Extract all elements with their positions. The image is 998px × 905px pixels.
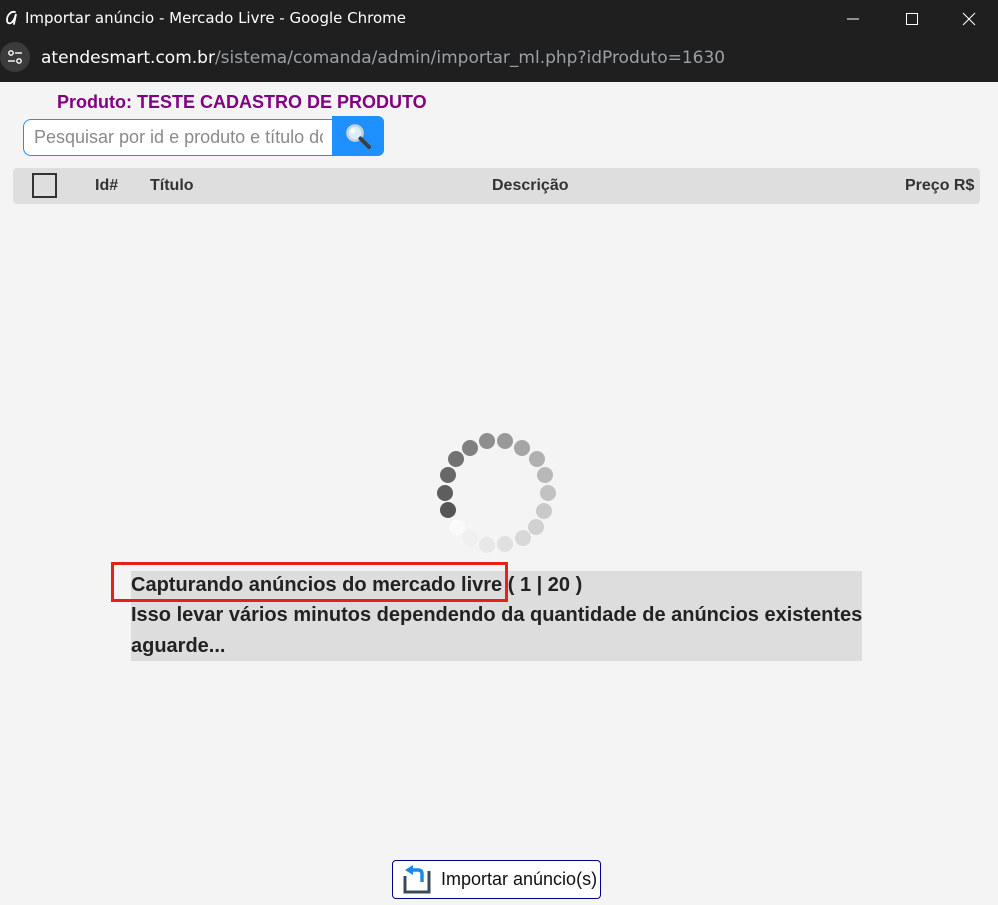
import-arrow-icon bbox=[403, 864, 431, 893]
url-host: atendesmart.com.br bbox=[41, 48, 215, 68]
maximize-icon bbox=[906, 12, 918, 25]
address-bar: atendesmart.com.br/sistema/comanda/admin… bbox=[0, 37, 998, 82]
site-settings-icon bbox=[8, 50, 22, 64]
status-line-3: aguarde... bbox=[131, 635, 226, 657]
column-header-descricao[interactable]: Descrição bbox=[492, 177, 569, 195]
loading-spinner-icon bbox=[437, 433, 556, 553]
minimize-button[interactable] bbox=[824, 0, 882, 37]
close-button[interactable] bbox=[940, 0, 998, 37]
search-input[interactable] bbox=[23, 119, 333, 156]
column-header-titulo[interactable]: Título bbox=[150, 177, 194, 195]
import-button[interactable]: Importar anúncio(s) bbox=[392, 860, 601, 899]
search-button[interactable] bbox=[332, 116, 384, 156]
site-info-button[interactable] bbox=[0, 42, 30, 72]
url-text[interactable]: atendesmart.com.br/sistema/comanda/admin… bbox=[41, 48, 725, 68]
minimize-icon bbox=[847, 18, 859, 19]
annotation-highlight-box bbox=[111, 562, 508, 602]
chrome-app-icon bbox=[6, 10, 17, 25]
column-header-id[interactable]: Id# bbox=[95, 177, 118, 195]
window-title: Importar anúncio - Mercado Livre - Googl… bbox=[25, 9, 406, 27]
maximize-button[interactable] bbox=[883, 0, 941, 37]
product-title: Produto: TESTE CADASTRO DE PRODUTO bbox=[57, 92, 427, 112]
window-titlebar: Importar anúncio - Mercado Livre - Googl… bbox=[0, 0, 998, 37]
select-all-checkbox[interactable] bbox=[32, 173, 57, 198]
url-path: /sistema/comanda/admin/importar_ml.php?i… bbox=[214, 48, 726, 68]
import-button-label: Importar anúncio(s) bbox=[441, 869, 598, 889]
close-icon bbox=[962, 12, 976, 25]
status-line-2: Isso levar vários minutos dependendo da … bbox=[131, 604, 863, 626]
column-header-preco[interactable]: Preço R$ bbox=[905, 177, 974, 195]
progress-counter: ( 1 | 20 ) bbox=[507, 574, 583, 596]
magnifier-icon bbox=[346, 124, 371, 149]
table-header: Id# Título Descrição Preço R$ bbox=[13, 168, 980, 204]
